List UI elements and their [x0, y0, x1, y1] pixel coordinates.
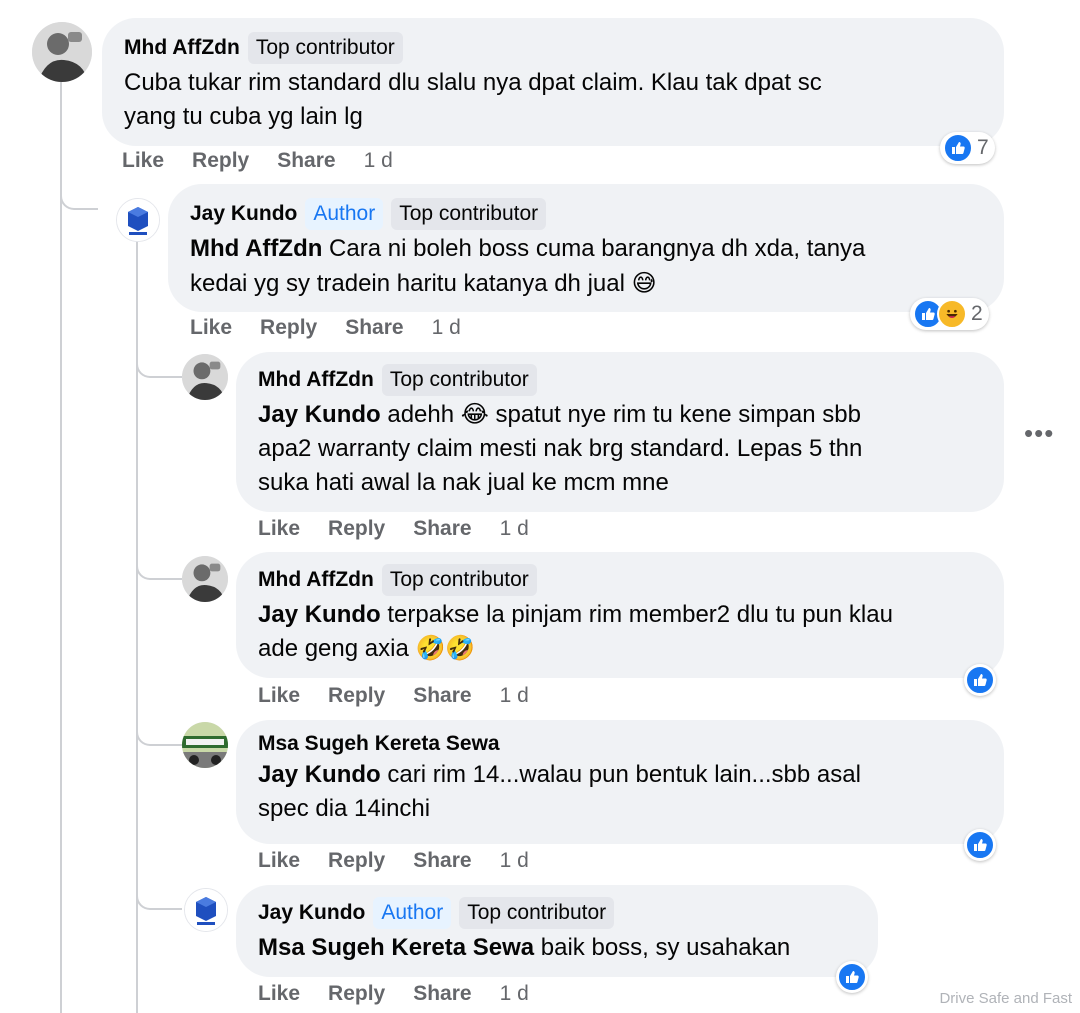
comment-text: Mhd AffZdn Cara ni boleh boss cuma baran… — [190, 235, 866, 297]
reaction-summary[interactable] — [964, 829, 996, 861]
reply-button[interactable]: Reply — [192, 149, 249, 173]
like-button[interactable]: Like — [258, 517, 300, 541]
avatar[interactable] — [182, 722, 228, 768]
comment-text: Cuba tukar rim standard dlu slalu nya dp… — [124, 69, 822, 130]
sweat-smile-emoji: 😅 — [631, 269, 657, 297]
comment-author[interactable]: Mhd AffZdn — [124, 36, 240, 60]
reaction-summary[interactable] — [964, 664, 996, 696]
comment-actions: Like Reply Share 1 d — [258, 982, 557, 1006]
comment-author[interactable]: Msa Sugeh Kereta Sewa — [258, 732, 500, 756]
top-contributor-badge: Top contributor — [247, 32, 403, 64]
share-button[interactable]: Share — [277, 149, 335, 173]
top-contributor-badge: Top contributor — [459, 897, 615, 929]
mention-link[interactable]: Jay Kundo — [258, 601, 381, 628]
like-button[interactable]: Like — [258, 849, 300, 873]
thread-connector — [136, 718, 182, 746]
mention-link[interactable]: Jay Kundo — [258, 761, 381, 788]
timestamp[interactable]: 1 d — [500, 982, 529, 1006]
more-options-icon[interactable]: ••• — [1024, 418, 1054, 449]
like-button[interactable]: Like — [258, 684, 300, 708]
comment-bubble: Jay Kundo Author Top contributor Msa Sug… — [236, 885, 878, 977]
comment-bubble: Jay Kundo Author Top contributor Mhd Aff… — [168, 184, 1004, 312]
reaction-summary[interactable]: 7 — [940, 132, 995, 164]
comment-bubble: Mhd AffZdn Top contributor Jay Kundo ter… — [236, 552, 1004, 678]
watermark: Drive Safe and Fast — [939, 990, 1072, 1007]
avatar[interactable] — [184, 888, 228, 932]
author-badge: Author — [305, 198, 384, 230]
reaction-summary[interactable] — [836, 961, 868, 993]
like-button[interactable]: Like — [122, 149, 164, 173]
top-contributor-badge: Top contributor — [381, 564, 537, 596]
avatar[interactable] — [116, 198, 160, 242]
top-contributor-badge: Top contributor — [391, 198, 547, 230]
reply-button[interactable]: Reply — [328, 849, 385, 873]
like-reaction-icon — [965, 830, 995, 860]
comment-actions: Like Reply Share 1 d — [122, 149, 421, 173]
share-button[interactable]: Share — [413, 982, 471, 1006]
share-button[interactable]: Share — [413, 849, 471, 873]
like-reaction-icon — [943, 133, 973, 163]
author-badge: Author — [373, 897, 452, 929]
avatar[interactable] — [32, 22, 92, 82]
comment-text: Jay Kundo adehh 😂 spatut nye rim tu kene… — [258, 401, 863, 496]
comment-bubble: Mhd AffZdn Top contributor Cuba tukar ri… — [102, 18, 1004, 146]
timestamp[interactable]: 1 d — [500, 684, 529, 708]
like-reaction-icon — [965, 665, 995, 695]
comment-actions: Like Reply Share 1 d — [190, 316, 489, 340]
comment-author[interactable]: Mhd AffZdn — [258, 568, 374, 592]
thread-connector — [136, 882, 182, 910]
reaction-count: 2 — [971, 302, 983, 325]
share-button[interactable]: Share — [413, 684, 471, 708]
mention-link[interactable]: Mhd AffZdn — [190, 235, 322, 262]
timestamp[interactable]: 1 d — [500, 517, 529, 541]
avatar[interactable] — [182, 556, 228, 602]
reply-button[interactable]: Reply — [328, 982, 385, 1006]
thread-connector — [136, 350, 182, 378]
comment-bubble: Mhd AffZdn Top contributor Jay Kundo ade… — [236, 352, 1004, 512]
thread-line-main — [60, 80, 62, 1013]
comment-actions: Like Reply Share 1 d — [258, 849, 557, 873]
timestamp[interactable]: 1 d — [364, 149, 393, 173]
comment-author[interactable]: Jay Kundo — [258, 901, 365, 925]
like-button[interactable]: Like — [190, 316, 232, 340]
top-contributor-badge: Top contributor — [381, 364, 537, 396]
comment-actions: Like Reply Share 1 d — [258, 517, 557, 541]
thread-connector — [136, 552, 182, 580]
comment-text: Jay Kundo terpakse la pinjam rim member2… — [258, 601, 893, 662]
reply-button[interactable]: Reply — [328, 684, 385, 708]
comment-text: Jay Kundo cari rim 14...walau pun bentuk… — [258, 761, 861, 822]
mention-link[interactable]: Msa Sugeh Kereta Sewa — [258, 934, 534, 961]
share-button[interactable]: Share — [345, 316, 403, 340]
comment-author[interactable]: Jay Kundo — [190, 202, 297, 226]
reaction-count: 7 — [977, 136, 989, 159]
comment-author[interactable]: Mhd AffZdn — [258, 368, 374, 392]
reply-button[interactable]: Reply — [328, 517, 385, 541]
reply-button[interactable]: Reply — [260, 316, 317, 340]
timestamp[interactable]: 1 d — [432, 316, 461, 340]
share-button[interactable]: Share — [413, 517, 471, 541]
reaction-summary[interactable]: 2 — [910, 298, 989, 330]
like-reaction-icon — [837, 962, 867, 992]
comment-actions: Like Reply Share 1 d — [258, 684, 557, 708]
like-button[interactable]: Like — [258, 982, 300, 1006]
comment-text: Msa Sugeh Kereta Sewa baik boss, sy usah… — [258, 934, 791, 961]
avatar[interactable] — [182, 354, 228, 400]
comment-bubble: Msa Sugeh Kereta Sewa Jay Kundo cari rim… — [236, 720, 1004, 844]
thread-connector — [60, 182, 98, 210]
timestamp[interactable]: 1 d — [500, 849, 529, 873]
mention-link[interactable]: Jay Kundo — [258, 401, 381, 428]
haha-reaction-icon — [937, 299, 967, 329]
